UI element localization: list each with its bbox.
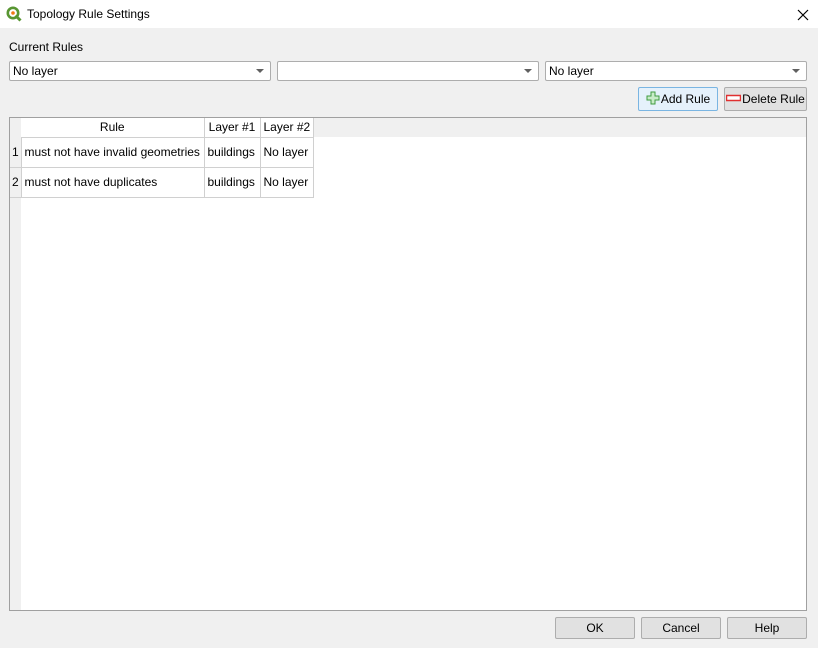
rule-cell[interactable]: must not have invalid geometries xyxy=(21,137,205,168)
layer1-select-value: No layer xyxy=(13,64,58,78)
minus-icon xyxy=(725,92,742,106)
layer1-cell[interactable]: buildings xyxy=(204,167,261,198)
cancel-button[interactable]: Cancel xyxy=(641,617,721,639)
plus-icon xyxy=(646,91,660,108)
add-rule-label: Add Rule xyxy=(660,92,711,106)
current-rules-label: Current Rules xyxy=(9,40,84,54)
table-row[interactable]: 2 must not have duplicates buildings No … xyxy=(10,167,315,198)
layer1-cell[interactable]: buildings xyxy=(204,137,261,168)
rules-table[interactable]: Rule Layer #1 Layer #2 1 must not have i… xyxy=(9,117,807,611)
delete-rule-button[interactable]: Delete Rule xyxy=(724,87,807,111)
layer2-cell[interactable]: No layer xyxy=(260,137,315,168)
chevron-down-icon xyxy=(792,69,800,73)
title-bar: Topology Rule Settings xyxy=(0,0,818,29)
chevron-down-icon xyxy=(524,69,532,73)
rule-cell[interactable]: must not have duplicates xyxy=(21,167,205,198)
close-button[interactable] xyxy=(788,0,818,29)
qgis-logo-icon xyxy=(6,6,22,22)
corner-cell[interactable] xyxy=(10,118,21,137)
row-number[interactable]: 1 xyxy=(10,137,22,168)
close-icon xyxy=(797,9,809,20)
layer2-select-value: No layer xyxy=(549,64,594,78)
help-button[interactable]: Help xyxy=(727,617,807,639)
delete-rule-label: Delete Rule xyxy=(742,92,805,106)
ok-button[interactable]: OK xyxy=(555,617,635,639)
column-header-rule[interactable]: Rule xyxy=(21,118,205,138)
window-title: Topology Rule Settings xyxy=(27,7,150,21)
layer1-select[interactable]: No layer xyxy=(9,61,271,81)
layer2-select[interactable]: No layer xyxy=(545,61,807,81)
column-header-layer1[interactable]: Layer #1 xyxy=(204,118,261,138)
column-header-layer2[interactable]: Layer #2 xyxy=(260,118,315,138)
chevron-down-icon xyxy=(256,69,264,73)
layer2-cell[interactable]: No layer xyxy=(260,167,315,198)
table-row[interactable]: 1 must not have invalid geometries build… xyxy=(10,137,315,168)
add-rule-button[interactable]: Add Rule xyxy=(638,87,718,111)
row-number[interactable]: 2 xyxy=(10,167,22,198)
rule-select[interactable] xyxy=(277,61,539,81)
